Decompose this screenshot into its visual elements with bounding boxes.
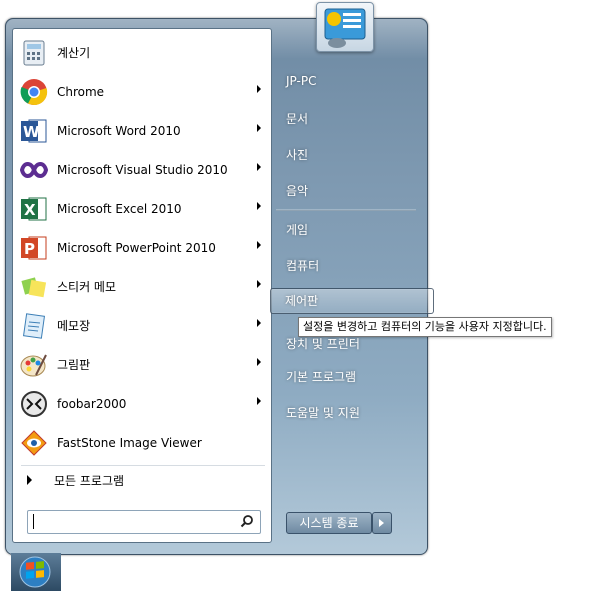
all-programs-button[interactable]: 모든 프로그램	[13, 468, 271, 492]
program-item-paint[interactable]: 그림판	[13, 345, 271, 384]
submenu-arrow-icon[interactable]	[257, 319, 261, 327]
arrow-right-icon	[27, 475, 32, 485]
visual-studio-icon	[19, 155, 49, 185]
program-item-powerpoint[interactable]: P Microsoft PowerPoint 2010	[13, 228, 271, 267]
submenu-arrow-icon[interactable]	[257, 85, 261, 93]
program-item-excel[interactable]: X Microsoft Excel 2010	[13, 189, 271, 228]
program-label: Microsoft PowerPoint 2010	[57, 240, 216, 255]
calculator-icon	[19, 38, 49, 68]
right-item-help-support[interactable]: 도움말 및 지원	[282, 401, 416, 425]
program-label: Chrome	[57, 84, 105, 99]
notepad-icon	[19, 311, 49, 341]
program-label: 메모장	[57, 319, 91, 333]
tooltip: 설정을 변경하고 컴퓨터의 기능을 사용자 지정합니다.	[298, 317, 552, 337]
all-programs-label: 모든 프로그램	[54, 473, 125, 488]
program-label: Microsoft Visual Studio 2010	[57, 162, 228, 177]
program-item-word[interactable]: W Microsoft Word 2010	[13, 111, 271, 150]
control-panel-picture-icon	[324, 8, 366, 48]
right-item-documents[interactable]: 문서	[282, 107, 416, 131]
user-picture[interactable]	[316, 2, 374, 52]
program-label: Microsoft Word 2010	[57, 123, 181, 138]
submenu-arrow-icon[interactable]	[257, 280, 261, 288]
windows-start-orb-icon[interactable]	[11, 553, 61, 591]
right-item-games[interactable]: 게임	[282, 218, 416, 242]
right-item-control-panel[interactable]: 제어판	[270, 288, 434, 314]
right-item-pictures[interactable]: 사진	[282, 143, 416, 167]
submenu-arrow-icon[interactable]	[257, 163, 261, 171]
program-label: Microsoft Excel 2010	[57, 201, 182, 216]
programs-separator	[21, 465, 265, 466]
search-icon[interactable]	[240, 514, 254, 531]
faststone-icon	[19, 428, 49, 458]
word-icon: W	[19, 116, 49, 146]
svg-text:W: W	[23, 123, 40, 141]
submenu-arrow-icon[interactable]	[257, 397, 261, 405]
program-item-sticky-notes[interactable]: 스티커 메모	[13, 267, 271, 306]
powerpoint-icon: P	[19, 233, 49, 263]
chrome-icon	[19, 77, 49, 107]
svg-text:X: X	[24, 201, 36, 219]
program-label: 계산기	[57, 46, 91, 60]
program-item-visual-studio[interactable]: Microsoft Visual Studio 2010	[13, 150, 271, 189]
right-item-user[interactable]: JP-PC	[282, 69, 416, 93]
foobar-icon	[19, 389, 49, 419]
search-input[interactable]	[27, 510, 261, 534]
submenu-arrow-icon[interactable]	[257, 241, 261, 249]
programs-pane: 계산기 Chrome W Microsoft Word 2010 Microso…	[12, 28, 272, 543]
right-item-music[interactable]: 음악	[282, 179, 416, 203]
submenu-arrow-icon[interactable]	[257, 124, 261, 132]
shutdown-button[interactable]: 시스템 종료	[286, 512, 372, 534]
program-item-foobar[interactable]: foobar2000	[13, 384, 271, 423]
program-item-faststone[interactable]: FastStone Image Viewer	[13, 423, 271, 462]
program-label: 그림판	[57, 358, 91, 372]
shutdown-options-arrow-icon[interactable]	[372, 512, 392, 534]
taskbar-start-area	[11, 553, 61, 591]
right-pane-separator	[276, 209, 416, 211]
program-item-calculator[interactable]: 계산기	[13, 33, 271, 72]
program-label: FastStone Image Viewer	[57, 435, 202, 450]
paint-icon	[19, 350, 49, 380]
text-caret	[33, 514, 34, 529]
svg-text:P: P	[24, 240, 35, 258]
excel-icon: X	[19, 194, 49, 224]
right-item-computer[interactable]: 컴퓨터	[282, 254, 416, 278]
program-label: foobar2000	[57, 396, 127, 411]
program-item-chrome[interactable]: Chrome	[13, 72, 271, 111]
submenu-arrow-icon[interactable]	[257, 202, 261, 210]
sticky-notes-icon	[19, 272, 49, 302]
right-item-default-programs[interactable]: 기본 프로그램	[282, 365, 416, 389]
submenu-arrow-icon[interactable]	[257, 358, 261, 366]
program-item-notepad[interactable]: 메모장	[13, 306, 271, 345]
program-label: 스티커 메모	[57, 280, 117, 294]
